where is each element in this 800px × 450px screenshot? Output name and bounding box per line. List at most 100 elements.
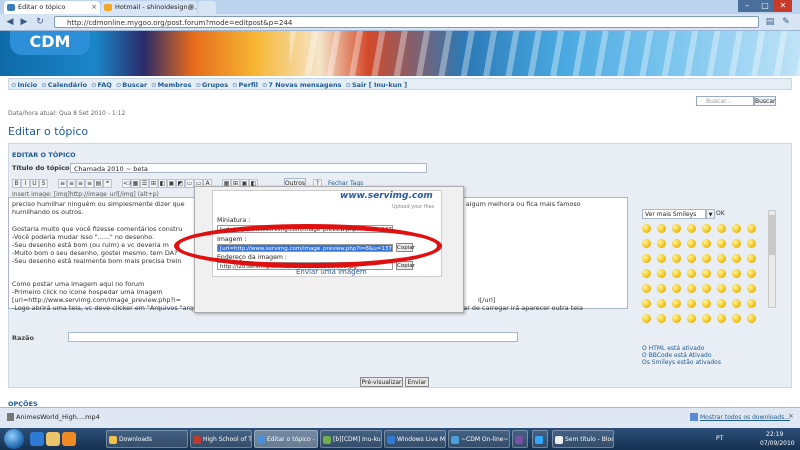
preview-button[interactable]: Pré-visualizar	[360, 377, 403, 387]
smiley-icon[interactable]	[687, 299, 696, 308]
smiley-icon[interactable]	[717, 269, 726, 278]
smiley-icon[interactable]	[672, 239, 681, 248]
clock-date[interactable]: 07/09/2010	[760, 440, 795, 447]
smiley-icon[interactable]	[717, 254, 726, 263]
media-player-icon[interactable]	[62, 432, 76, 446]
taskbar-button[interactable]: High School of T...	[190, 430, 252, 448]
smiley-icon[interactable]	[657, 224, 666, 233]
smiley-icon[interactable]	[642, 284, 651, 293]
smiley-icon[interactable]	[732, 284, 741, 293]
close-download-bar-icon[interactable]: ×	[788, 412, 794, 420]
nav-sair[interactable]: Sair [ Inu-kun ]	[346, 81, 408, 89]
smiley-icon[interactable]	[642, 224, 651, 233]
smiley-icon[interactable]	[642, 314, 651, 323]
smiley-icon[interactable]	[687, 269, 696, 278]
smiley-icon[interactable]	[747, 299, 756, 308]
toolbar-list2-icon[interactable]: ☰	[140, 179, 149, 188]
smiley-ok-button[interactable]: OK	[716, 209, 725, 219]
enviar-imagem-link[interactable]: Enviar uma imagem	[296, 268, 367, 276]
taskbar-button[interactable]: [b][CDM] Inu-kun...	[320, 430, 382, 448]
close-window-icon[interactable]: ✕	[774, 0, 792, 12]
toolbar-image2-icon[interactable]: ◧	[158, 179, 167, 188]
start-button[interactable]	[4, 429, 24, 449]
smiley-icon[interactable]	[717, 284, 726, 293]
smiley-icon[interactable]	[747, 254, 756, 263]
smiley-icon[interactable]	[702, 299, 711, 308]
smiley-icon[interactable]	[702, 314, 711, 323]
smiley-icon[interactable]	[657, 254, 666, 263]
taskbar-button[interactable]: Editar o tópico - ...	[254, 430, 318, 448]
smiley-icon[interactable]	[702, 224, 711, 233]
smiley-icon[interactable]	[747, 239, 756, 248]
smiley-icon[interactable]	[672, 224, 681, 233]
taskbar-button[interactable]: ~CDM On-line~...	[448, 430, 510, 448]
smiley-icon[interactable]	[657, 284, 666, 293]
smiley-icon[interactable]	[687, 254, 696, 263]
smiley-icon[interactable]	[657, 299, 666, 308]
toolbar-table-icon[interactable]: ▦	[131, 179, 140, 188]
new-tab-button[interactable]	[198, 1, 216, 14]
toolbar-align-justify-icon[interactable]: ≡	[85, 179, 94, 188]
clock-time[interactable]: 22:19	[766, 431, 783, 438]
smiley-icon[interactable]	[702, 239, 711, 248]
minimize-icon[interactable]: –	[738, 0, 756, 12]
toolbar-align-right-icon[interactable]: ≡	[76, 179, 85, 188]
close-tab-icon[interactable]: ×	[91, 1, 97, 14]
toolbar-code-icon[interactable]: <>	[122, 179, 133, 188]
smiley-icon[interactable]	[702, 284, 711, 293]
smiley-icon[interactable]	[717, 299, 726, 308]
nav-calendario[interactable]: Calendário	[41, 81, 87, 89]
address-bar[interactable]: http://cdmonline.mygoo.org/post.forum?mo…	[54, 16, 759, 28]
smiley-icon[interactable]	[732, 254, 741, 263]
smiley-icon[interactable]	[642, 269, 651, 278]
toolbar-underline-icon[interactable]: U	[30, 179, 39, 188]
smiley-icon[interactable]	[687, 239, 696, 248]
smiley-icon[interactable]	[747, 224, 756, 233]
taskbar-button[interactable]	[512, 430, 528, 448]
copiar-endereco-button[interactable]: Copiar	[396, 261, 415, 270]
smiley-icon[interactable]	[657, 239, 666, 248]
smiley-icon[interactable]	[732, 269, 741, 278]
chevron-down-icon[interactable]: ▼	[706, 209, 715, 219]
toolbar-bold-icon[interactable]: B	[12, 179, 21, 188]
tab-hotmail[interactable]: Hotmail - shinoidesign@... ×	[101, 1, 197, 14]
reload-icon[interactable]: ↻	[34, 16, 46, 28]
smiley-icon[interactable]	[642, 254, 651, 263]
toolbar-strike-icon[interactable]: S	[39, 179, 48, 188]
smiley-icon[interactable]	[672, 284, 681, 293]
smiley-icon[interactable]	[657, 314, 666, 323]
toolbar-quote-icon[interactable]: ❝	[103, 179, 112, 188]
nav-buscar[interactable]: Buscar	[116, 81, 147, 89]
explorer-icon[interactable]	[46, 432, 60, 446]
ie-icon[interactable]	[30, 432, 44, 446]
smiley-icon[interactable]	[732, 314, 741, 323]
show-all-downloads-link[interactable]: Mostrar todos os downloads...	[700, 414, 790, 421]
smiley-icon[interactable]	[717, 224, 726, 233]
page-menu-icon[interactable]: ▤	[764, 16, 776, 28]
smiley-icon[interactable]	[702, 269, 711, 278]
forum-search-input[interactable]: Buscar...	[696, 96, 754, 106]
smiley-icon[interactable]	[687, 224, 696, 233]
back-arrow-icon[interactable]: ◀	[4, 16, 16, 28]
download-item[interactable]: AnimesWorld_High....mp4	[6, 411, 106, 423]
taskbar-button[interactable]: Sem título - Bloco...	[552, 430, 614, 448]
nav-grupos[interactable]: Grupos	[195, 81, 228, 89]
razao-input[interactable]	[68, 332, 518, 342]
smiley-icon[interactable]	[732, 224, 741, 233]
taskbar-button[interactable]: Windows Live Me...	[384, 430, 446, 448]
taskbar-button[interactable]	[532, 430, 548, 448]
forum-search-button[interactable]: Buscar	[754, 96, 776, 106]
maximize-icon[interactable]: □	[756, 0, 774, 12]
smiley-icon[interactable]	[732, 239, 741, 248]
toolbar-flash-icon[interactable]: ▭	[185, 179, 194, 188]
forward-arrow-icon[interactable]: ▶	[18, 16, 30, 28]
nav-novas-mensagens[interactable]: 7 Novas mensagens	[262, 81, 342, 89]
toolbar-youtube-icon[interactable]: ◩	[176, 179, 185, 188]
smiley-icon[interactable]	[672, 299, 681, 308]
taskbar-button[interactable]: Downloads	[106, 430, 188, 448]
nav-membros[interactable]: Membros	[151, 81, 191, 89]
smiley-icon[interactable]	[747, 269, 756, 278]
smiley-icon[interactable]	[657, 269, 666, 278]
toolbar-align-left-icon[interactable]: ≡	[58, 179, 67, 188]
forum-logo[interactable]: CDM	[10, 31, 90, 55]
